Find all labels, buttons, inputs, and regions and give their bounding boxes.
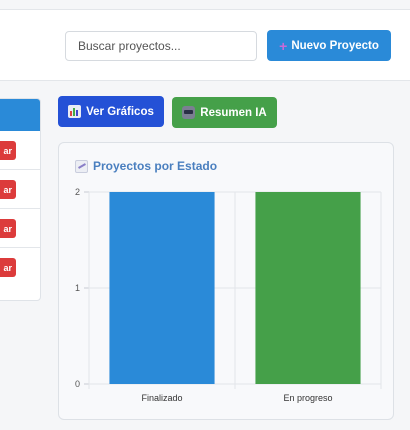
table-row: ar (0, 209, 40, 248)
top-bar: + Nuevo Proyecto (0, 0, 410, 81)
search-input[interactable] (65, 31, 257, 61)
projects-table: ar ar ar ar (0, 98, 41, 301)
top-strip (0, 0, 410, 10)
delete-button[interactable]: ar (0, 219, 16, 238)
new-project-label: Nuevo Proyecto (291, 39, 379, 52)
view-charts-label: Ver Gráficos (86, 105, 154, 118)
bar (109, 192, 215, 384)
plus-icon: + (279, 37, 288, 54)
table-row: ar (0, 248, 40, 287)
bar (255, 192, 361, 384)
y-tick-label: 1 (75, 283, 80, 293)
ai-summary-label: Resumen IA (200, 106, 267, 119)
view-charts-button[interactable]: Ver Gráficos (58, 96, 164, 127)
robot-icon (182, 106, 196, 119)
delete-button[interactable]: ar (0, 258, 16, 277)
bar-chart-icon (68, 105, 82, 118)
delete-button[interactable]: ar (0, 180, 16, 199)
ai-summary-button[interactable]: Resumen IA (172, 97, 277, 128)
table-row: ar (0, 131, 40, 170)
chart-card: Proyectos por Estado 0 1 2 Finalizado En pro… (58, 142, 394, 420)
new-project-button[interactable]: + Nuevo Proyecto (267, 30, 391, 61)
y-tick-label: 0 (75, 379, 80, 389)
table-row: ar (0, 170, 40, 209)
table-header (0, 99, 40, 131)
x-tick-label: Finalizado (141, 393, 182, 403)
y-tick-label: 2 (75, 187, 80, 197)
delete-button[interactable]: ar (0, 141, 16, 160)
bar-chart: 0 1 2 Finalizado En progreso (75, 187, 382, 403)
x-tick-label: En progreso (283, 393, 332, 403)
